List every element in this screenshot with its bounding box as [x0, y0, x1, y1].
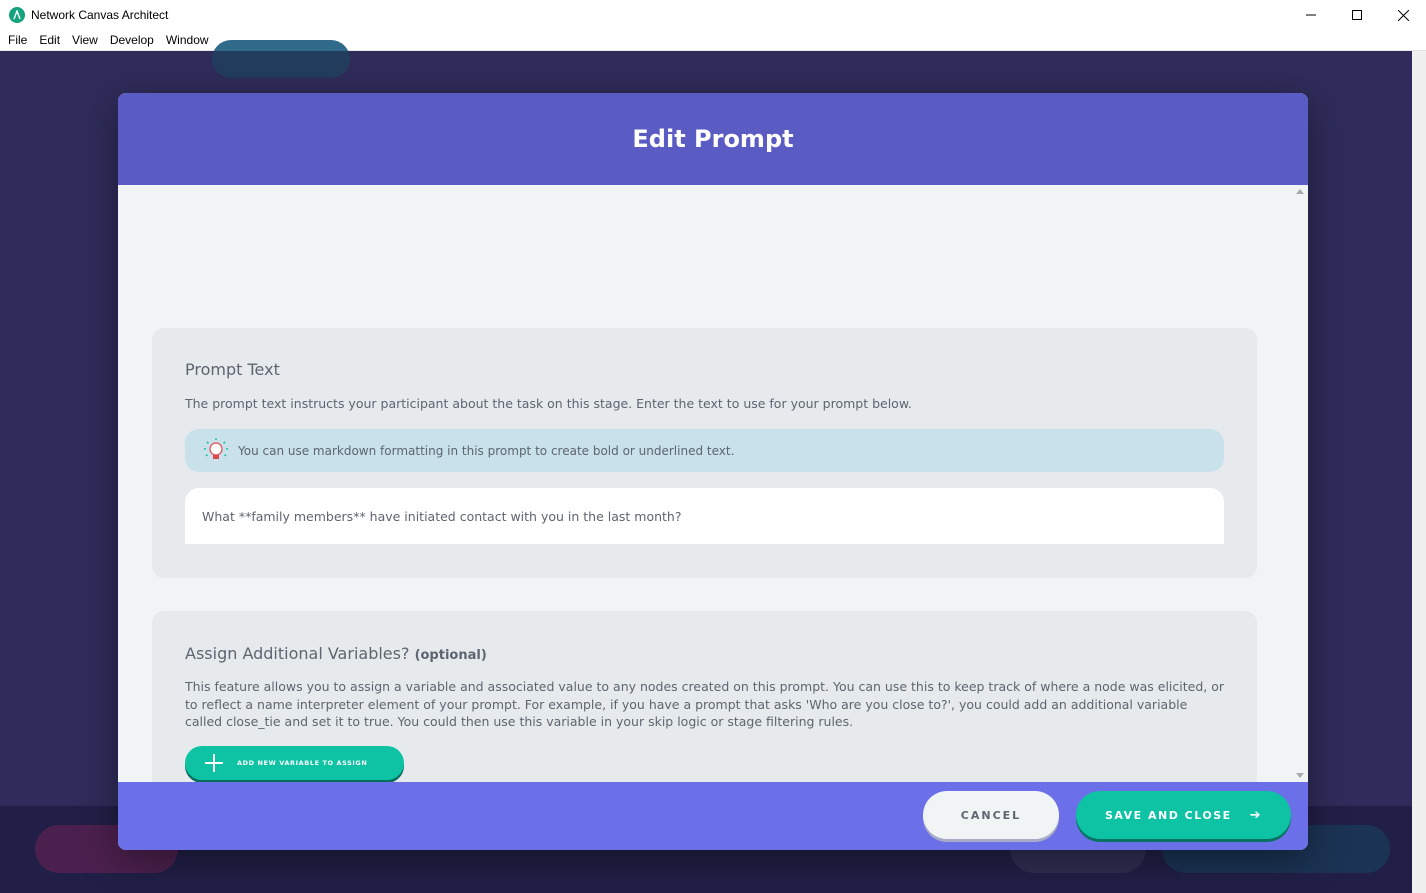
save-and-close-button[interactable]: SAVE AND CLOSE ➔ — [1076, 791, 1291, 839]
save-and-close-label: SAVE AND CLOSE — [1104, 808, 1232, 822]
plus-icon — [205, 754, 223, 772]
window-titlebar: Network Canvas Architect — [0, 0, 1426, 30]
menu-bar: File Edit View Develop Window — [0, 30, 1426, 51]
minimize-button[interactable] — [1288, 0, 1334, 30]
prompt-text-input[interactable]: What **family members** have initiated c… — [185, 488, 1224, 544]
scroll-up-icon[interactable] — [1296, 189, 1304, 194]
prompt-text-section: Prompt Text The prompt text instructs yo… — [152, 328, 1257, 578]
menu-view[interactable]: View — [66, 33, 104, 47]
tip-text: You can use markdown formatting in this … — [238, 443, 735, 458]
maximize-icon — [1352, 10, 1362, 20]
close-icon — [1397, 9, 1409, 21]
menu-file[interactable]: File — [2, 33, 33, 47]
markdown-tip: You can use markdown formatting in this … — [185, 429, 1224, 472]
scroll-down-icon[interactable] — [1296, 773, 1304, 778]
dialog-body: Prompt Text The prompt text instructs yo… — [118, 185, 1308, 815]
edit-prompt-dialog: Edit Prompt Prompt Text The prompt text … — [118, 93, 1308, 850]
menu-edit[interactable]: Edit — [33, 33, 66, 47]
dialog-footer: CANCEL SAVE AND CLOSE ➔ — [118, 782, 1308, 850]
window-title: Network Canvas Architect — [31, 8, 169, 22]
dialog-header: Edit Prompt — [118, 93, 1308, 185]
section-heading-text: Assign Additional Variables? — [185, 644, 410, 663]
add-variable-label: ADD NEW VARIABLE TO ASSIGN — [237, 759, 368, 767]
section-heading: Prompt Text — [185, 360, 280, 379]
dialog-title: Edit Prompt — [632, 125, 794, 153]
background-scrollbar[interactable] — [1412, 51, 1426, 893]
menu-window[interactable]: Window — [160, 33, 215, 47]
minimize-icon — [1306, 14, 1316, 16]
section-description: The prompt text instructs your participa… — [185, 396, 912, 411]
add-new-variable-button[interactable]: ADD NEW VARIABLE TO ASSIGN — [185, 746, 404, 780]
lightbulb-icon — [204, 437, 228, 459]
optional-label: (optional) — [414, 648, 487, 663]
section-description: This feature allows you to assign a vari… — [185, 679, 1225, 729]
menu-develop[interactable]: Develop — [104, 33, 160, 47]
dialog-scrollbar[interactable] — [1291, 185, 1308, 782]
section-heading: Assign Additional Variables? (optional) — [185, 644, 487, 663]
cancel-button[interactable]: CANCEL — [923, 791, 1059, 839]
network-canvas-logo-icon — [9, 7, 25, 23]
close-button[interactable] — [1380, 0, 1426, 30]
maximize-button[interactable] — [1334, 0, 1380, 30]
arrow-right-icon: ➔ — [1249, 807, 1263, 823]
